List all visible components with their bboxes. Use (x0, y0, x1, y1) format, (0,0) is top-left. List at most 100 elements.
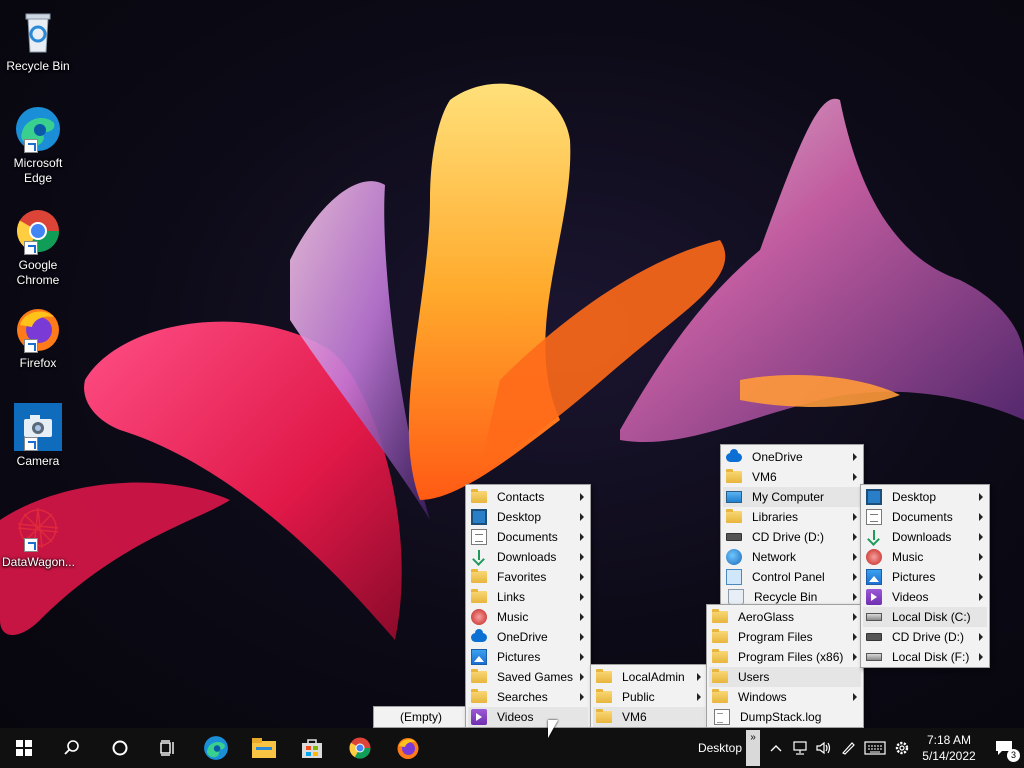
submenu-arrow-icon (580, 593, 584, 601)
disk-drive-icon (866, 653, 882, 661)
menu-item-contacts[interactable]: Contacts (468, 487, 588, 507)
menu-item-aeroglass[interactable]: AeroGlass (709, 607, 861, 627)
recycle-bin-icon (14, 8, 62, 56)
empty-submenu: (Empty) (373, 706, 469, 728)
menu-item-cd-drive-root[interactable]: CD Drive (D:) (723, 527, 861, 547)
taskbar-chrome-button[interactable] (336, 728, 384, 768)
folder-icon (471, 569, 487, 583)
pen-tray-button[interactable] (836, 728, 860, 768)
menu-item-desktop[interactable]: Desktop (468, 507, 588, 527)
user-folders-menu: Contacts Desktop Documents Downloads Fav… (465, 484, 591, 728)
desktop-icon-camera[interactable]: Camera (2, 403, 74, 469)
menu-item-program-files-x86[interactable]: Program Files (x86) (709, 647, 861, 667)
menu-item-documents[interactable]: Documents (468, 527, 588, 547)
submenu-arrow-icon (580, 613, 584, 621)
shortcut-arrow-icon (24, 139, 38, 153)
start-button[interactable] (0, 728, 48, 768)
desktop-toolbar-chevron[interactable]: » (746, 730, 760, 766)
download-icon (471, 549, 487, 565)
network-tray-button[interactable] (788, 728, 812, 768)
datawagon-icon (14, 504, 62, 552)
menu-item-local-disk-c[interactable]: Local Disk (C:) (863, 607, 987, 627)
download-icon (866, 529, 882, 545)
task-view-icon (160, 740, 174, 756)
touch-keyboard-button[interactable] (860, 728, 890, 768)
submenu-arrow-icon (853, 693, 857, 701)
desktop-icon-label: Google Chrome (16, 258, 60, 287)
clock[interactable]: 7:18 AM 5/14/2022 (914, 732, 984, 764)
taskbar-firefox-button[interactable] (384, 728, 432, 768)
menu-item-saved-games[interactable]: Saved Games (468, 667, 588, 687)
taskbar-store-button[interactable] (288, 728, 336, 768)
menu-item-documents-mc[interactable]: Documents (863, 507, 987, 527)
menu-item-downloads-mc[interactable]: Downloads (863, 527, 987, 547)
menu-item-downloads[interactable]: Downloads (468, 547, 588, 567)
submenu-arrow-icon (979, 553, 983, 561)
menu-item-music[interactable]: Music (468, 607, 588, 627)
menu-item-vm6[interactable]: VM6 (593, 707, 705, 727)
folder-icon (712, 629, 728, 643)
local-disk-c-menu: AeroGlass Program Files Program Files (x… (706, 604, 864, 728)
shortcut-arrow-icon (24, 437, 38, 451)
menu-item-videos[interactable]: Videos (468, 707, 588, 727)
search-button[interactable] (48, 728, 96, 768)
search-icon (64, 740, 79, 755)
store-icon (302, 739, 322, 758)
recycle-bin-icon (728, 589, 744, 605)
desktop-icon-recycle-bin[interactable]: Recycle Bin (2, 8, 74, 74)
desktop-toolbar-label[interactable]: Desktop (698, 741, 746, 755)
menu-item-pictures-mc[interactable]: Pictures (863, 567, 987, 587)
desktop-icon-firefox[interactable]: Firefox (2, 305, 74, 371)
desktop-icon-label: Camera (16, 454, 60, 468)
menu-item-videos-mc[interactable]: Videos (863, 587, 987, 607)
documents-icon (471, 529, 487, 545)
windows-logo-icon (16, 740, 32, 756)
keyboard-icon (864, 741, 886, 755)
menu-item-links[interactable]: Links (468, 587, 588, 607)
video-icon (471, 709, 487, 725)
submenu-arrow-icon (979, 513, 983, 521)
menu-item-onedrive-root[interactable]: OneDrive (723, 447, 861, 467)
edge-icon (204, 736, 228, 760)
desktop-icon-edge[interactable]: Microsoft Edge (2, 105, 74, 186)
settings-tray-button[interactable] (890, 728, 914, 768)
menu-item-users[interactable]: Users (709, 667, 861, 687)
menu-item-public[interactable]: Public (593, 687, 705, 707)
cloud-icon (726, 448, 742, 462)
submenu-arrow-icon (580, 673, 584, 681)
menu-item-pictures[interactable]: Pictures (468, 647, 588, 667)
submenu-arrow-icon (979, 533, 983, 541)
menu-item-windows[interactable]: Windows (709, 687, 861, 707)
menu-item-cd-drive-d[interactable]: CD Drive (D:) (863, 627, 987, 647)
taskbar-edge-button[interactable] (192, 728, 240, 768)
task-view-button[interactable] (144, 728, 192, 768)
show-hidden-icons-button[interactable] (764, 728, 788, 768)
disk-drive-icon (866, 613, 882, 621)
menu-item-vm6-root[interactable]: VM6 (723, 467, 861, 487)
desktop-icon-label: Recycle Bin (6, 59, 70, 73)
menu-item-local-disk-f[interactable]: Local Disk (F:) (863, 647, 987, 667)
menu-item-program-files[interactable]: Program Files (709, 627, 861, 647)
menu-item-desktop-mc[interactable]: Desktop (863, 487, 987, 507)
folder-icon (712, 649, 728, 663)
menu-item-libraries[interactable]: Libraries (723, 507, 861, 527)
menu-item-localadmin[interactable]: LocalAdmin (593, 667, 705, 687)
submenu-arrow-icon (853, 633, 857, 641)
desktop-icon-chrome[interactable]: Google Chrome (2, 207, 74, 288)
submenu-arrow-icon (853, 593, 857, 601)
submenu-arrow-icon (580, 533, 584, 541)
menu-item-music-mc[interactable]: Music (863, 547, 987, 567)
menu-item-control-panel[interactable]: Control Panel (723, 567, 861, 587)
desktop-icon-datawagon[interactable]: DataWagon... (2, 504, 75, 570)
menu-item-network[interactable]: Network (723, 547, 861, 567)
volume-tray-button[interactable] (812, 728, 836, 768)
menu-item-favorites[interactable]: Favorites (468, 567, 588, 587)
action-center-button[interactable]: 3 (984, 728, 1024, 768)
taskbar-file-explorer-button[interactable] (240, 728, 288, 768)
menu-item-onedrive[interactable]: OneDrive (468, 627, 588, 647)
menu-item-my-computer[interactable]: My Computer (723, 487, 861, 507)
menu-item-searches[interactable]: Searches (468, 687, 588, 707)
menu-item-dumpstack-log[interactable]: DumpStack.log (709, 707, 861, 727)
cortana-button[interactable] (96, 728, 144, 768)
monitor-icon (726, 491, 742, 503)
